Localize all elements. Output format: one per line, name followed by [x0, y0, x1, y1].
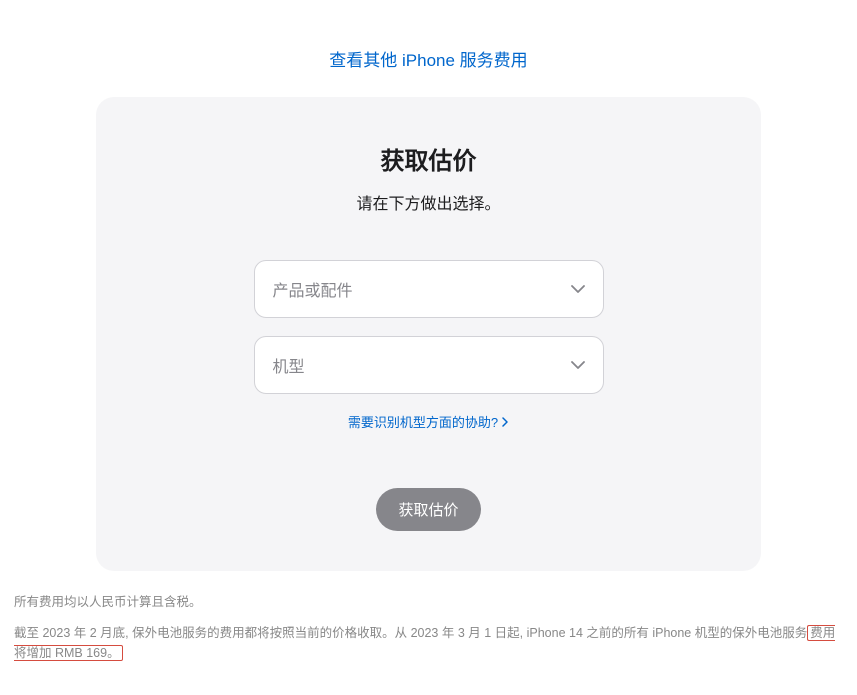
card-subtitle: 请在下方做出选择。 — [126, 190, 731, 214]
disclaimer-prefix: 截至 2023 年 2 月底, 保外电池服务的费用都将按照当前的价格收取。从 2… — [14, 626, 807, 640]
page-root: 查看其他 iPhone 服务费用 获取估价 请在下方做出选择。 产品或配件 机型… — [0, 0, 857, 695]
get-estimate-button[interactable]: 获取估价 — [376, 488, 480, 531]
disclaimer-line-2: 截至 2023 年 2 月底, 保外电池服务的费用都将按照当前的价格收取。从 2… — [14, 624, 843, 663]
model-select[interactable]: 机型 — [254, 336, 604, 394]
help-link-label: 需要识别机型方面的协助? — [348, 412, 498, 431]
chevron-down-icon — [571, 282, 585, 296]
other-services-link[interactable]: 查看其他 iPhone 服务费用 — [329, 51, 527, 70]
chevron-down-icon — [571, 358, 585, 372]
estimate-card: 获取估价 请在下方做出选择。 产品或配件 机型 需要识别机型方面的协助? 获取估… — [96, 97, 761, 571]
disclaimer-section: 所有费用均以人民币计算且含税。 截至 2023 年 2 月底, 保外电池服务的费… — [10, 593, 847, 663]
top-link-container: 查看其他 iPhone 服务费用 — [10, 46, 847, 71]
model-select-placeholder: 机型 — [273, 353, 305, 377]
help-link-container: 需要识别机型方面的协助? — [126, 412, 731, 432]
identify-model-help-link[interactable]: 需要识别机型方面的协助? — [348, 412, 509, 431]
card-title: 获取估价 — [126, 141, 731, 176]
chevron-right-icon — [502, 418, 509, 425]
product-select[interactable]: 产品或配件 — [254, 260, 604, 318]
disclaimer-line-1: 所有费用均以人民币计算且含税。 — [14, 593, 843, 612]
product-select-placeholder: 产品或配件 — [273, 277, 353, 301]
